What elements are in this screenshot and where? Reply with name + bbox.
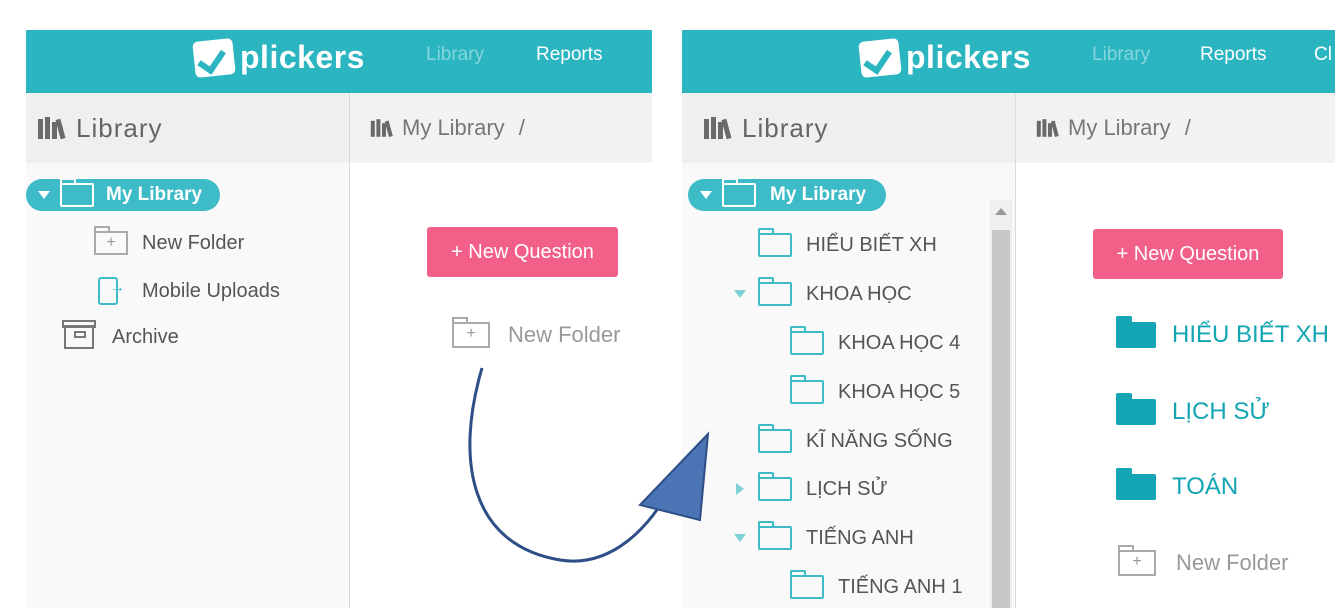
tree-root-my-library[interactable]: My Library	[688, 178, 886, 211]
tree-folder-ki-nang-song[interactable]: KĨ NĂNG SỐNG	[758, 424, 953, 453]
tree-item-archive[interactable]: Archive	[62, 320, 179, 349]
new-folder-icon: +	[94, 226, 128, 255]
tree-folder-label: KHOA HỌC	[806, 282, 912, 305]
library-books-icon	[370, 119, 393, 138]
expand-down-icon[interactable]	[734, 534, 746, 542]
tree-folder-label: KHOA HỌC 4	[838, 331, 961, 354]
breadcrumb-separator: /	[518, 115, 525, 140]
tree-folder-label: TIẾNG ANH 1	[838, 575, 963, 598]
scrollbar-thumb[interactable]	[992, 230, 1010, 608]
main-folder-label: LỊCH SỬ	[1172, 398, 1270, 425]
nav-reports[interactable]: Reports	[536, 44, 603, 66]
tree-folder-label: KHOA HỌC 5	[838, 380, 961, 403]
new-folder-icon: +	[452, 317, 490, 348]
plickers-check-icon	[192, 37, 236, 78]
sidebar-scrollbar[interactable]	[990, 200, 1012, 608]
breadcrumb-bar: My Library /	[1016, 93, 1335, 163]
new-folder-item[interactable]: + New Folder	[452, 317, 621, 348]
folder-filled-icon	[1116, 468, 1156, 500]
tree-folder-khoa-hoc[interactable]: KHOA HỌC	[734, 277, 912, 306]
new-question-button[interactable]: + New Question	[427, 227, 618, 277]
plickers-logo[interactable]: plickers	[192, 37, 365, 78]
open-folder-icon	[758, 521, 792, 550]
nav-classes[interactable]: Cl	[1314, 44, 1332, 66]
caret-down-icon[interactable]	[38, 191, 50, 199]
open-folder-icon	[758, 277, 792, 306]
tree-folder-hieu-biet-xh[interactable]: HIỂU BIẾT XH	[758, 228, 937, 257]
after-screenshot: plickers Library Reports Cl Library My L…	[682, 30, 1335, 608]
breadcrumb-my-library[interactable]: My Library	[1068, 115, 1171, 141]
new-folder-label: New Folder	[1176, 550, 1289, 575]
main-folder-hieu-biet-xh[interactable]: HIỂU BIẾT XH	[1116, 316, 1329, 349]
scroll-up-icon[interactable]	[995, 208, 1007, 215]
expand-down-icon[interactable]	[734, 290, 746, 298]
tree-item-label: Archive	[112, 325, 179, 348]
expand-right-icon[interactable]	[736, 483, 744, 495]
nav-library[interactable]: Library	[426, 44, 484, 66]
folder-icon	[790, 570, 824, 599]
new-folder-icon: +	[1118, 545, 1156, 576]
sidebar-header: Library	[26, 93, 349, 163]
main-folder-label: TOÁN	[1172, 473, 1239, 500]
sidebar-header: Library	[682, 93, 1015, 163]
breadcrumb-separator: /	[1184, 115, 1191, 140]
tree-folder-khoa-hoc-5[interactable]: KHOA HỌC 5	[790, 375, 961, 404]
main-folder-toan[interactable]: TOÁN	[1116, 468, 1239, 501]
tree-item-label: Mobile Uploads	[142, 279, 280, 302]
breadcrumb-my-library[interactable]: My Library	[402, 115, 505, 141]
tree-folder-label: LỊCH SỬ	[806, 477, 888, 500]
tree-folder-label: TIẾNG ANH	[806, 526, 914, 549]
main-folder-label: HIỂU BIẾT XH	[1172, 321, 1329, 348]
plickers-check-icon	[858, 37, 902, 78]
tree-folder-tieng-anh[interactable]: TIẾNG ANH	[734, 521, 914, 550]
tree-root-label: My Library	[770, 184, 867, 205]
breadcrumb-bar: My Library /	[350, 93, 652, 163]
top-navbar: plickers Library Reports	[26, 30, 652, 93]
tree-folder-khoa-hoc-4[interactable]: KHOA HỌC 4	[790, 326, 961, 355]
folder-icon	[790, 326, 824, 355]
nav-library[interactable]: Library	[1092, 44, 1150, 66]
tree-item-new-folder[interactable]: + New Folder	[94, 226, 245, 255]
library-books-icon	[1036, 119, 1059, 138]
folder-icon	[758, 228, 792, 257]
caret-down-icon[interactable]	[700, 191, 712, 199]
tree-folder-tieng-anh-1[interactable]: TIẾNG ANH 1	[790, 570, 963, 599]
plickers-logo[interactable]: plickers	[858, 37, 1031, 78]
library-sidebar: Library My Library + New Folder Mobile U…	[26, 93, 350, 608]
sidebar-title: Library	[76, 112, 163, 143]
tree-folder-lich-su[interactable]: LỊCH SỬ	[736, 472, 888, 501]
nav-reports[interactable]: Reports	[1200, 44, 1267, 66]
tree-root-my-library[interactable]: My Library	[26, 178, 220, 211]
mobile-upload-icon	[98, 277, 125, 305]
folder-icon	[722, 178, 756, 207]
new-folder-label: New Folder	[508, 322, 621, 347]
before-screenshot: plickers Library Reports Library My Libr…	[26, 30, 652, 608]
archive-icon	[62, 320, 96, 349]
sidebar-title: Library	[742, 112, 829, 143]
folder-icon	[60, 178, 94, 207]
folder-icon	[790, 375, 824, 404]
folder-icon	[758, 424, 792, 453]
library-books-icon	[38, 117, 66, 140]
tree-folder-label: HIỂU BIẾT XH	[806, 233, 937, 256]
folder-filled-icon	[1116, 316, 1156, 348]
tree-item-label: New Folder	[142, 231, 245, 254]
library-books-icon	[704, 117, 732, 140]
main-folder-lich-su[interactable]: LỊCH SỬ	[1116, 393, 1270, 426]
top-navbar: plickers Library Reports Cl	[682, 30, 1335, 93]
tree-folder-label: KĨ NĂNG SỐNG	[806, 429, 953, 452]
library-sidebar: Library My Library HIỂU BIẾT XH KHOA HỌC…	[682, 93, 1016, 608]
folder-filled-icon	[1116, 393, 1156, 425]
new-question-button[interactable]: + New Question	[1093, 229, 1283, 279]
tree-item-mobile-uploads[interactable]: Mobile Uploads	[98, 277, 280, 305]
new-folder-item[interactable]: + New Folder	[1118, 545, 1289, 576]
folder-icon	[758, 472, 792, 501]
logo-text: plickers	[906, 39, 1031, 75]
logo-text: plickers	[240, 39, 365, 75]
tree-root-label: My Library	[106, 184, 203, 205]
